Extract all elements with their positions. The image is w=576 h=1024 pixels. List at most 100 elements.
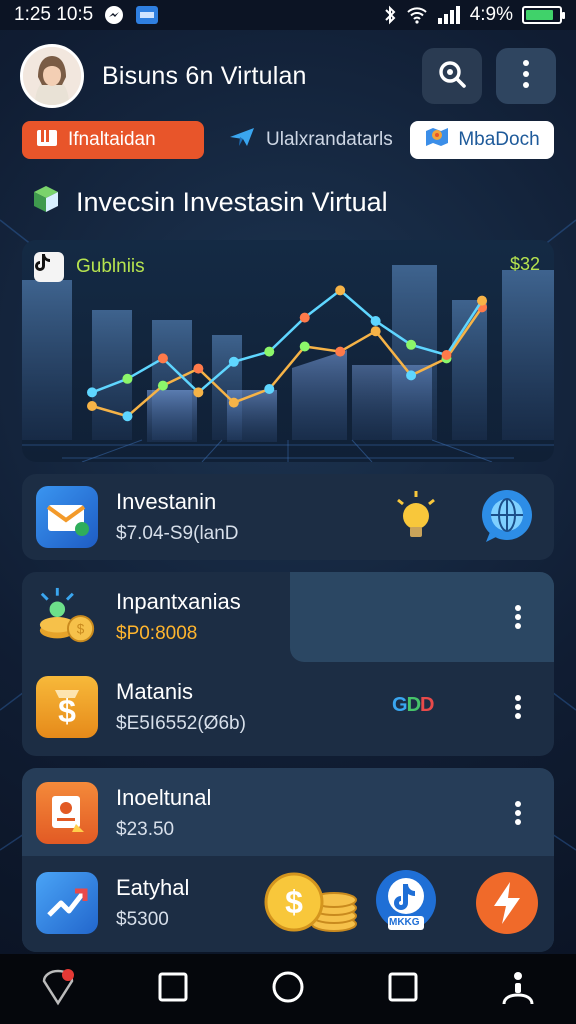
app-badge-text: MKKG — [389, 917, 420, 928]
coin-stack-icon[interactable]: $ — [262, 866, 362, 941]
investment-card-3[interactable]: Inoeltunal $23.50 Eatyhal $5300 $ MKKG — [22, 768, 554, 952]
list-item[interactable]: $ Inpantxanias $P0:8008 — [22, 584, 554, 650]
battery-level — [526, 10, 554, 20]
lightbulb-icon[interactable] — [394, 490, 438, 551]
item-title: Inoeltunal — [116, 785, 212, 810]
list-item[interactable]: Inoeltunal $23.50 — [22, 780, 554, 846]
data-point — [228, 397, 239, 408]
wifi-icon — [406, 6, 428, 24]
data-point — [370, 316, 381, 326]
data-point — [370, 326, 381, 337]
tab-label: MbaDoch — [458, 129, 540, 150]
tab-label: Ulalxrandatarls — [266, 129, 393, 150]
back-icon — [38, 967, 78, 1012]
tab-ulalxrandatarls[interactable]: Ulalxrandatarls — [222, 121, 402, 159]
data-point — [157, 353, 168, 364]
tiktok-icon — [34, 252, 64, 282]
data-point — [122, 411, 133, 422]
data-point — [122, 373, 133, 384]
more-vertical-icon[interactable] — [508, 602, 528, 632]
tab-label: Ifnaltaidan — [68, 129, 156, 150]
chart-grid — [22, 439, 554, 462]
data-point — [406, 339, 417, 350]
home-circle-icon — [271, 970, 305, 1009]
item-subtitle: $P0:8008 — [116, 623, 198, 644]
search-icon — [436, 58, 468, 95]
status-time: 1:25 10:5 — [14, 4, 94, 25]
recents-button[interactable] — [145, 961, 201, 1017]
overview-button[interactable] — [375, 961, 431, 1017]
svg-text:$: $ — [285, 884, 303, 920]
app-header: Bisuns 6n Virtulan — [0, 36, 576, 116]
data-point — [157, 380, 168, 391]
more-options-button[interactable] — [496, 48, 556, 104]
recents-square-icon — [158, 972, 188, 1007]
chart-label: Gublniis — [34, 252, 145, 282]
app-badge-icon — [135, 5, 159, 25]
data-point — [228, 356, 239, 367]
mail-icon — [36, 486, 98, 548]
tiktok-app-icon[interactable]: MKKG — [374, 868, 438, 939]
brand-badge: GDD — [392, 694, 435, 716]
dollar-bag-icon: $ — [36, 676, 98, 738]
chart-label-text: Gublniis — [76, 256, 145, 277]
list-item[interactable]: $ Matanis $E5I6552(Ø6b) GDD — [22, 674, 554, 740]
back-button[interactable] — [30, 961, 86, 1017]
section-title: Invecsin Investasin Virtual — [30, 183, 388, 222]
search-button[interactable] — [422, 48, 482, 104]
data-point — [264, 384, 275, 394]
app-title: Bisuns 6n Virtulan — [102, 61, 307, 90]
battery-percent: 4:9% — [469, 4, 513, 25]
bluetooth-icon — [383, 5, 397, 25]
messenger-icon — [103, 4, 125, 26]
section-title-text: Invecsin Investasin Virtual — [76, 187, 388, 217]
data-point — [264, 346, 275, 357]
home-button[interactable] — [260, 961, 316, 1017]
trend-icon — [36, 872, 98, 934]
investment-card-1[interactable]: Investanin $7.04-S9(lanD — [22, 474, 554, 560]
wallet-icon — [36, 127, 58, 153]
list-item[interactable]: Eatyhal $5300 $ MKKG — [22, 870, 554, 936]
account-icon — [501, 968, 535, 1011]
flash-icon[interactable] — [474, 870, 540, 941]
data-point — [193, 363, 204, 374]
document-icon — [36, 782, 98, 844]
city-skyline — [22, 265, 554, 440]
svg-text:$: $ — [58, 693, 76, 729]
user-avatar[interactable] — [20, 44, 84, 108]
data-point — [299, 312, 310, 323]
item-subtitle: $5300 — [116, 909, 169, 930]
item-subtitle: $23.50 — [116, 819, 175, 840]
data-point — [87, 401, 97, 411]
overview-square-icon — [388, 972, 418, 1007]
investment-card-2[interactable]: $ Inpantxanias $P0:8008 $ Matanis $E5I65… — [22, 572, 554, 756]
more-vertical-icon[interactable] — [508, 692, 528, 722]
cube-icon — [30, 183, 62, 222]
account-button[interactable] — [490, 961, 546, 1017]
tab-bar: Ifnaltaidan Ulalxrandatarls MbaDoch — [22, 120, 554, 160]
data-point — [193, 387, 204, 398]
item-subtitle: $7.04-S9(lanD — [116, 523, 239, 544]
data-point — [299, 341, 310, 352]
list-item[interactable]: Investanin $7.04-S9(lanD — [22, 486, 554, 548]
system-nav-bar — [0, 954, 576, 1024]
data-point — [87, 387, 97, 398]
signal-icon — [437, 6, 461, 24]
data-point — [477, 295, 487, 306]
tab-mbadoch[interactable]: MbaDoch — [410, 121, 554, 159]
item-title: Investanin — [116, 489, 217, 514]
globe-chat-icon[interactable] — [478, 488, 536, 551]
item-title: Inpantxanias — [116, 589, 241, 614]
data-point — [441, 350, 452, 360]
svg-text:$: $ — [77, 621, 85, 636]
tab-ifnaltaidan[interactable]: Ifnaltaidan — [22, 121, 204, 159]
data-point — [335, 346, 346, 357]
status-bar: 1:25 10:5 4:9% — [0, 0, 576, 30]
item-title: Matanis — [116, 679, 194, 704]
more-vertical-icon — [521, 59, 531, 94]
more-vertical-icon[interactable] — [508, 798, 528, 828]
battery-icon — [522, 6, 565, 24]
map-icon — [424, 125, 450, 155]
investment-chart: Gublniis $32 — [22, 240, 554, 462]
plane-icon — [228, 125, 256, 155]
